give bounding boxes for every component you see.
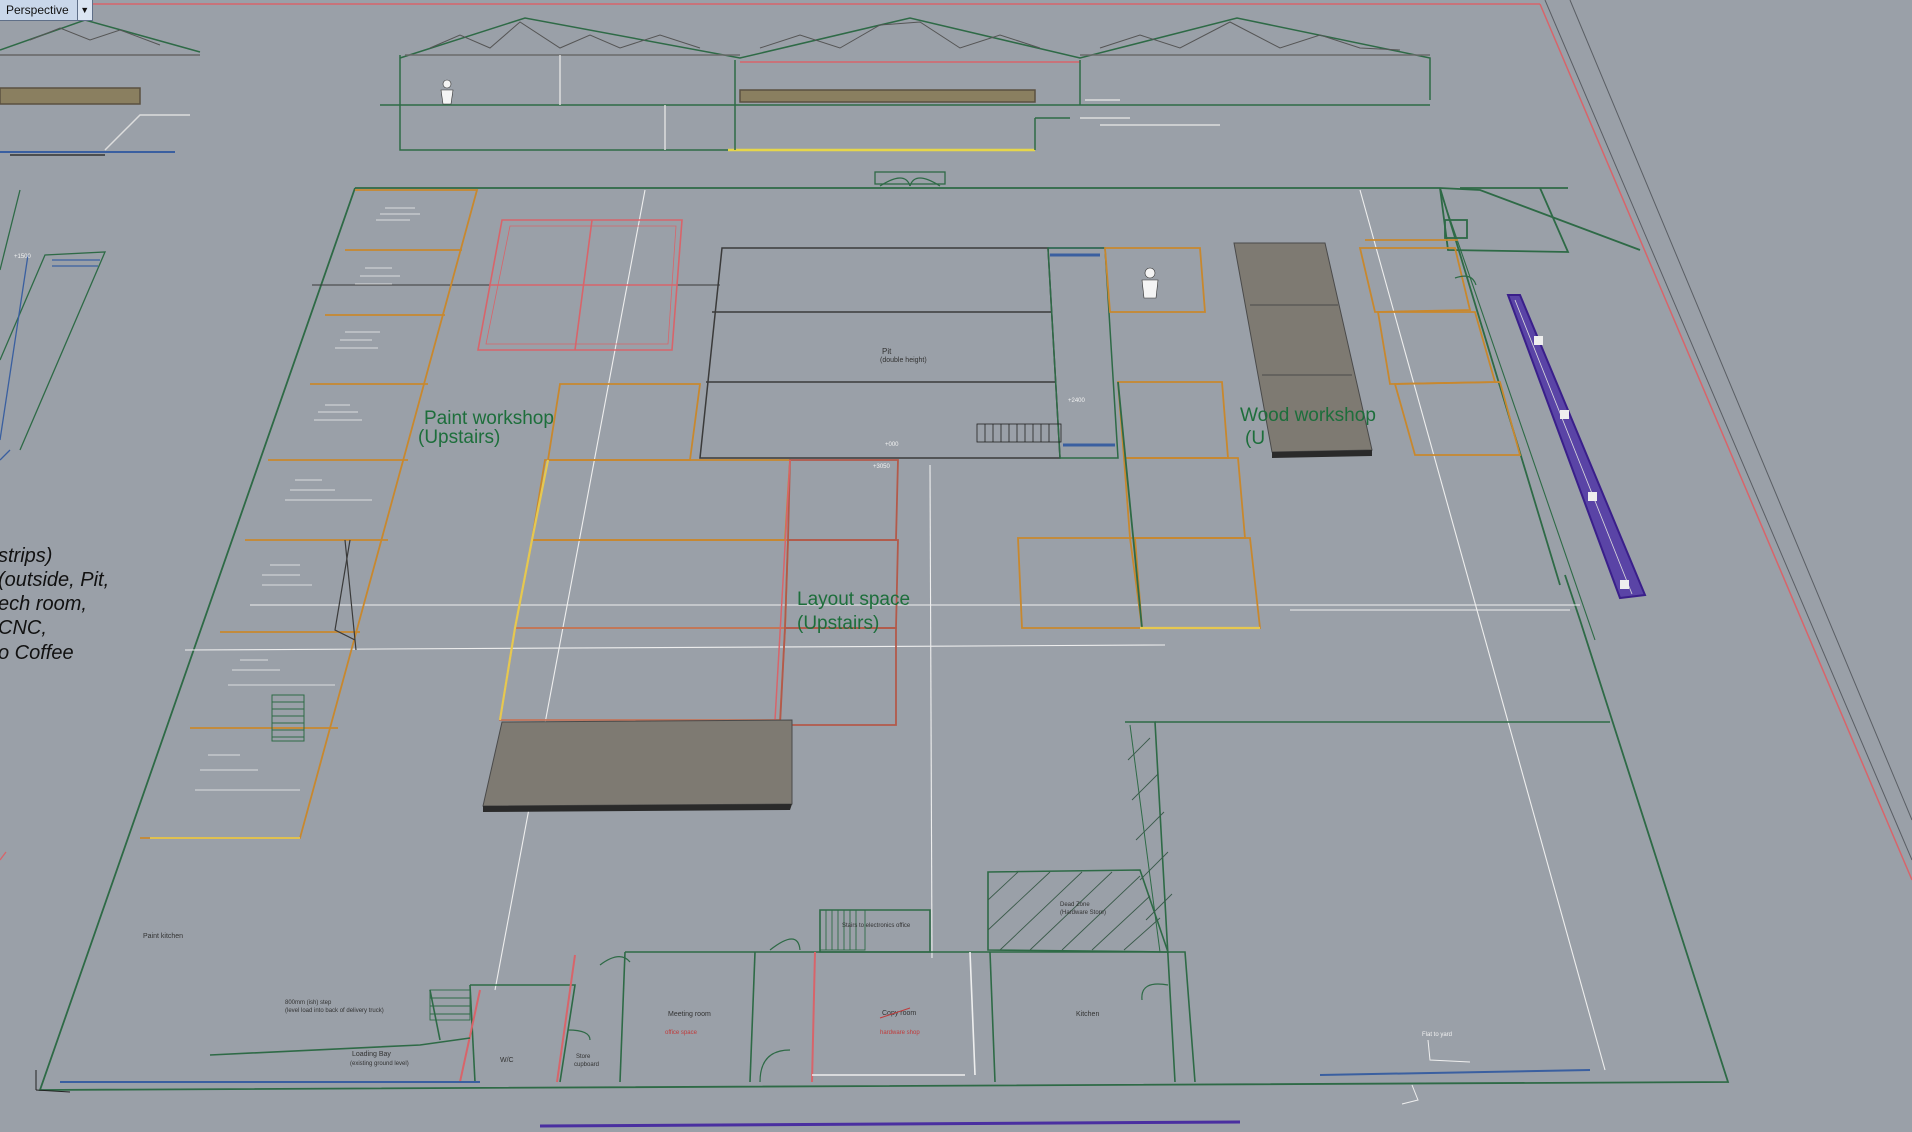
viewport-title-label[interactable]: Perspective [0,0,77,20]
loading-bay-label: Loading Bay [352,1051,391,1058]
partial-note-line: strips) [0,545,52,567]
dead-zone-sub: (Hardware Store) [1060,910,1106,916]
wood-workshop-label: Wood workshop [1240,405,1376,426]
dead-zone-label: Dead Zone [1060,902,1090,908]
partial-side-note: strips) (outside, Pit, ech room, CNC, o … [0,545,109,664]
view-dropdown-button[interactable]: ▼ [76,0,92,20]
partial-note-line: ech room, [0,593,87,615]
meeting-room-label: Meeting room [668,1011,711,1018]
loading-bay-sub: (existing ground level) [350,1061,409,1067]
partial-note-line: (outside, Pit, [0,569,109,591]
stairs-electronics-label: Stairs to electronics office [842,923,911,929]
layout-space-sub: (Upstairs) [797,613,879,634]
top-elevation-sections [0,17,1431,156]
triangle-down-icon: ▼ [80,4,90,15]
floorplan-drawing: Paint workshop (Upstairs) Layout space (… [0,0,1912,1128]
store-label: Store [576,1054,591,1060]
level-2400-label: +2400 [1068,398,1086,404]
red-zone-grid [477,219,683,351]
partial-note-line: o Coffee [0,642,74,664]
step-note-sub: (level load into back of delivery truck) [285,1008,384,1014]
person-figure-icon [440,79,454,105]
lower-row-rooms [60,951,1591,1083]
paint-workshop-sub: (Upstairs) [418,427,500,448]
perspective-viewport[interactable]: Perspective ▼ Paint workshop (Upstairs) … [0,0,1912,1132]
left-stairs [271,694,305,742]
room-notes-left [195,207,420,791]
right-center-rooms [1017,247,1262,630]
right-rooms [1358,239,1522,456]
dark-grey-blocks [482,242,1373,812]
left-partial-plan [0,189,107,861]
person-figure-icon [1141,267,1159,299]
level-1500-label: +1500 [14,254,32,260]
kitchen-label: Kitchen [1076,1011,1099,1018]
left-room-column [140,189,479,839]
wood-workshop-sub: (U [1245,428,1265,449]
hardware-shop-label: hardware shop [880,1030,920,1036]
dead-zone-hatch [987,737,1173,951]
level-000-label: +000 [885,442,899,448]
main-building-outline [38,187,1730,1091]
drawing-frame-lines [80,0,1912,1128]
entrance-door-top [874,171,946,187]
partial-note-line: CNC, [0,617,47,639]
stairs-electronics [429,909,866,1021]
interior-lines [184,189,1606,1071]
pit-stairs [984,424,1050,442]
paint-kitchen-label: Paint kitchen [143,933,183,940]
center-rooms [498,383,899,726]
level-3050-label: +3050 [873,464,891,470]
pit-sub-label: (double height) [880,357,927,364]
paint-workshop-label: Paint workshop [424,408,554,429]
layout-space-label: Layout space [797,589,910,610]
center-pit-area [699,247,1119,459]
right-lower-rooms [819,721,1610,1083]
pit-label: Pit [882,347,892,356]
office-space-label: office space [665,1030,698,1036]
store-sub: cupboard [574,1062,599,1068]
viewport-title-tab[interactable]: Perspective ▼ [0,0,93,21]
wc-label: W/C [500,1057,514,1064]
step-note-label: 800mm (ish) step [285,1000,332,1006]
flat-to-yard-label: Flat to yard [1422,1032,1452,1038]
